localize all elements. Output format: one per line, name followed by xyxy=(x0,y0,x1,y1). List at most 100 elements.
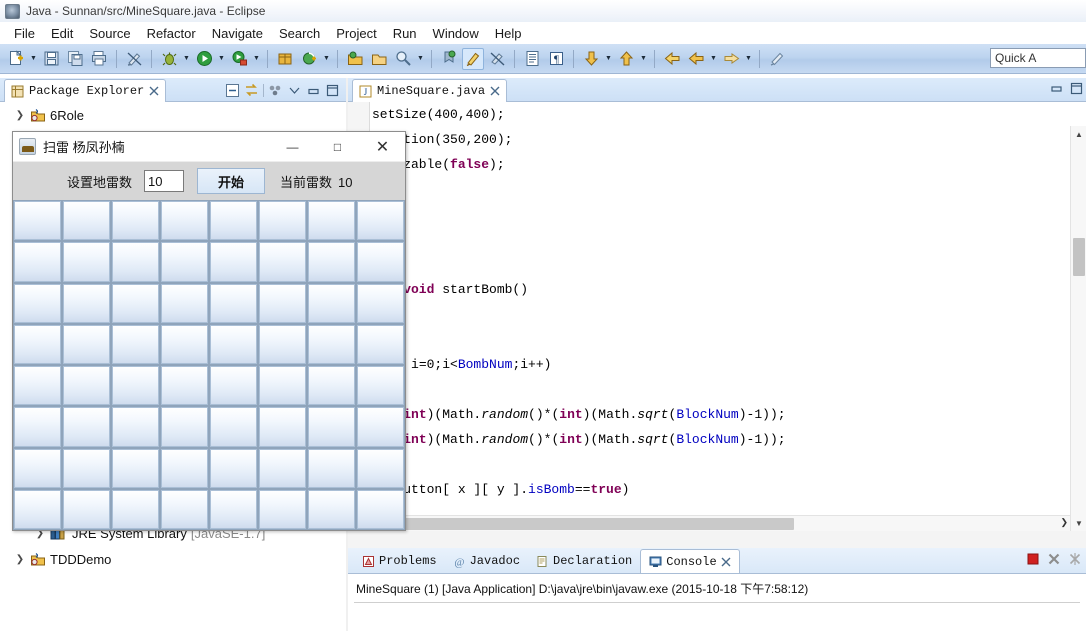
mine-cell[interactable] xyxy=(63,489,110,529)
debug-dropdown-icon[interactable]: ▼ xyxy=(181,48,192,70)
menu-project[interactable]: Project xyxy=(328,25,384,42)
mine-cell[interactable] xyxy=(210,201,257,241)
mine-cell[interactable] xyxy=(112,407,159,447)
toggle-markers-icon[interactable] xyxy=(123,48,145,70)
close-icon[interactable] xyxy=(149,86,159,96)
mine-cell[interactable] xyxy=(14,283,61,323)
menu-edit[interactable]: Edit xyxy=(43,25,81,42)
mine-cell[interactable] xyxy=(259,324,306,364)
mine-cell[interactable] xyxy=(357,324,404,364)
mine-cell[interactable] xyxy=(308,324,355,364)
run-icon[interactable] xyxy=(193,48,215,70)
mine-cell[interactable] xyxy=(308,366,355,406)
mine-cell[interactable] xyxy=(14,242,61,282)
mine-cell[interactable] xyxy=(210,283,257,323)
close-icon[interactable] xyxy=(490,86,500,96)
mine-cell[interactable] xyxy=(357,242,404,282)
mine-cell[interactable] xyxy=(308,242,355,282)
previous-annotation-icon[interactable] xyxy=(615,48,637,70)
mine-cell[interactable] xyxy=(357,283,404,323)
show-whitespace-icon[interactable] xyxy=(521,48,543,70)
chevron-down-icon[interactable] xyxy=(287,83,302,98)
expand-twisty-icon[interactable]: ❯ xyxy=(14,110,26,121)
skip-breakpoints-icon[interactable] xyxy=(486,48,508,70)
mine-cell[interactable] xyxy=(259,448,306,488)
editor-code[interactable]: setSize(400,400); Location(350,200); Resiz… xyxy=(372,102,1062,522)
mine-cell[interactable] xyxy=(210,242,257,282)
tab-package-explorer[interactable]: Package Explorer xyxy=(4,79,167,102)
mine-cell[interactable] xyxy=(161,201,208,241)
start-button[interactable]: 开始 xyxy=(197,168,266,194)
mine-cell[interactable] xyxy=(63,324,110,364)
mine-cell[interactable] xyxy=(210,489,257,529)
tree-item-6role[interactable]: ❯ 6Role xyxy=(0,102,346,128)
menu-search[interactable]: Search xyxy=(271,25,328,42)
mine-cell[interactable] xyxy=(112,448,159,488)
back-icon[interactable] xyxy=(661,48,683,70)
mine-cell[interactable] xyxy=(161,242,208,282)
new-icon[interactable] xyxy=(5,48,27,70)
mine-cell[interactable] xyxy=(308,489,355,529)
previous-annotation-dropdown-icon[interactable]: ▼ xyxy=(638,48,649,70)
view-menu-dots-icon[interactable] xyxy=(268,83,283,98)
dialog-maximize-button[interactable]: □ xyxy=(315,132,360,162)
external-tools-dropdown-icon[interactable]: ▼ xyxy=(251,48,262,70)
minesweeper-grid[interactable] xyxy=(13,200,405,530)
mine-cell[interactable] xyxy=(357,407,404,447)
mine-cell[interactable] xyxy=(14,201,61,241)
mine-cell[interactable] xyxy=(14,448,61,488)
minimize-icon[interactable] xyxy=(306,83,321,98)
restore-task-icon[interactable] xyxy=(438,48,460,70)
vertical-scroll-thumb[interactable] xyxy=(1073,238,1085,276)
search-icon[interactable] xyxy=(392,48,414,70)
mine-cell[interactable] xyxy=(112,201,159,241)
mine-cell[interactable] xyxy=(63,407,110,447)
mine-cell[interactable] xyxy=(161,324,208,364)
mine-cell[interactable] xyxy=(112,242,159,282)
toggle-mark-occurrences-icon[interactable]: ¶ xyxy=(545,48,567,70)
mine-cell[interactable] xyxy=(259,201,306,241)
close-icon[interactable] xyxy=(721,557,731,567)
mine-cell[interactable] xyxy=(161,489,208,529)
link-with-editor-icon[interactable] xyxy=(244,83,259,98)
save-all-icon[interactable] xyxy=(64,48,86,70)
mine-cell[interactable] xyxy=(161,448,208,488)
tab-declaration[interactable]: Declaration xyxy=(528,549,640,573)
mine-cell[interactable] xyxy=(112,283,159,323)
mine-cell[interactable] xyxy=(210,366,257,406)
expand-twisty-icon[interactable]: ❯ xyxy=(14,554,26,565)
editor-vertical-scrollbar[interactable]: ▲ ▼ xyxy=(1070,126,1086,531)
mine-cell[interactable] xyxy=(63,242,110,282)
mine-cell[interactable] xyxy=(210,448,257,488)
tree-item-tdddemo[interactable]: ❯ TDDDemo xyxy=(0,546,346,572)
remove-all-terminated-icon[interactable] xyxy=(1068,552,1082,566)
mine-cell[interactable] xyxy=(63,366,110,406)
save-icon[interactable] xyxy=(40,48,62,70)
new-java-class-icon[interactable] xyxy=(298,48,320,70)
print-icon[interactable] xyxy=(88,48,110,70)
editor-horizontal-scrollbar[interactable]: ❯ xyxy=(372,515,1070,531)
external-tools-icon[interactable] xyxy=(228,48,250,70)
mine-cell[interactable] xyxy=(357,489,404,529)
back-dropdown-icon[interactable]: ▼ xyxy=(708,48,719,70)
menu-file[interactable]: File xyxy=(6,25,43,42)
mine-cell[interactable] xyxy=(112,366,159,406)
terminate-icon[interactable] xyxy=(1026,552,1040,566)
menu-help[interactable]: Help xyxy=(487,25,530,42)
mine-cell[interactable] xyxy=(259,283,306,323)
menu-refactor[interactable]: Refactor xyxy=(139,25,204,42)
tab-problems[interactable]: Problems xyxy=(354,549,445,573)
run-dropdown-icon[interactable]: ▼ xyxy=(216,48,227,70)
mine-cell[interactable] xyxy=(161,283,208,323)
forward-icon[interactable] xyxy=(720,48,742,70)
scroll-up-icon[interactable]: ▲ xyxy=(1071,126,1086,142)
tab-javadoc[interactable]: @ Javadoc xyxy=(445,549,528,573)
maximize-icon[interactable] xyxy=(1069,81,1084,96)
debug-icon[interactable] xyxy=(158,48,180,70)
menu-window[interactable]: Window xyxy=(425,25,487,42)
scroll-down-icon[interactable]: ▼ xyxy=(1071,515,1086,531)
menu-source[interactable]: Source xyxy=(81,25,138,42)
quick-access-input[interactable]: Quick A xyxy=(990,48,1086,68)
mine-cell[interactable] xyxy=(259,242,306,282)
next-annotation-icon[interactable] xyxy=(580,48,602,70)
